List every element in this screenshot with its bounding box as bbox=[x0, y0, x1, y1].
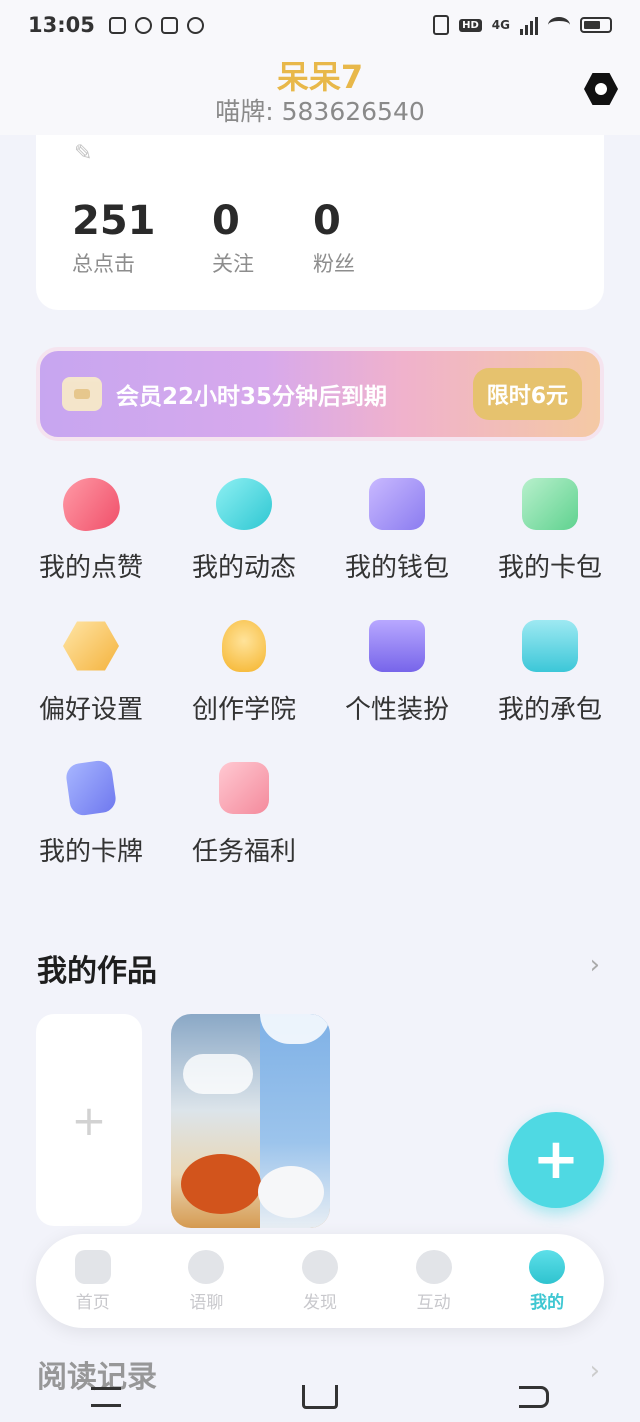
works-more-arrow[interactable]: › bbox=[590, 950, 600, 980]
stat-label: 总点击 bbox=[72, 252, 135, 276]
stat-total-clicks[interactable]: 251 总点击 bbox=[72, 197, 156, 279]
wallet-icon bbox=[369, 478, 425, 530]
wifi-icon bbox=[548, 17, 570, 33]
status-app-icons bbox=[108, 16, 204, 34]
snowy-tree bbox=[258, 1166, 324, 1218]
tab-home[interactable]: 首页 bbox=[36, 1234, 150, 1328]
back-icon[interactable] bbox=[519, 1386, 550, 1408]
grid-item-decoration[interactable]: 个性装扮 bbox=[321, 620, 473, 726]
status-time: 13:05 bbox=[28, 13, 95, 37]
grid-item-wallet[interactable]: 我的钱包 bbox=[321, 478, 473, 584]
app-notification-icon bbox=[186, 16, 204, 34]
whale-icon bbox=[522, 620, 578, 672]
grid-item-label: 创作学院 bbox=[191, 695, 296, 725]
profile-icon bbox=[529, 1249, 566, 1284]
stats-card: ✎ 251 总点击 0 关注 0 粉丝 bbox=[36, 135, 604, 310]
vibrate-icon bbox=[433, 15, 450, 35]
stat-value: 251 bbox=[72, 198, 156, 244]
playing-card-icon bbox=[64, 759, 118, 817]
hd-badge: HD bbox=[459, 18, 482, 32]
stat-label: 粉丝 bbox=[313, 252, 355, 276]
tab-interact[interactable]: 互动 bbox=[377, 1234, 491, 1328]
status-bar: 13:05 HD 4G bbox=[0, 0, 640, 50]
add-work-button[interactable]: + bbox=[36, 1014, 142, 1226]
vip-renew-button[interactable]: 限时6元 bbox=[472, 368, 582, 420]
grid-item-label: 我的承包 bbox=[497, 695, 602, 725]
tab-mine[interactable]: 我的 bbox=[490, 1234, 604, 1328]
edit-icon[interactable]: ✎ bbox=[74, 143, 96, 165]
grid-item-label: 个性装扮 bbox=[344, 695, 449, 725]
stat-following[interactable]: 0 关注 bbox=[212, 197, 254, 279]
grid-item-label: 我的钱包 bbox=[344, 553, 449, 583]
autumn-tree bbox=[181, 1154, 261, 1214]
shop-icon bbox=[369, 620, 425, 672]
profile-header: 呆呆7 喵牌: 583626540 bbox=[0, 50, 640, 135]
gift-bag-icon bbox=[219, 762, 269, 814]
grid-item-academy[interactable]: 创作学院 bbox=[168, 620, 320, 726]
battery-icon bbox=[580, 17, 612, 33]
grid-item-likes[interactable]: 我的点赞 bbox=[15, 473, 167, 584]
home-nav-icon[interactable] bbox=[301, 1385, 338, 1409]
video-app-icon bbox=[160, 16, 178, 34]
user-name: 呆呆7 bbox=[276, 58, 364, 96]
grid-item-rewards[interactable]: 任务福利 bbox=[168, 762, 320, 868]
user-id: 喵牌: 583626540 bbox=[215, 97, 425, 126]
menu-icon[interactable] bbox=[90, 1387, 121, 1407]
vip-expiry-text: 会员22小时35分钟后到期 bbox=[116, 384, 388, 410]
signal-icon bbox=[520, 15, 538, 35]
preference-icon bbox=[63, 621, 119, 671]
tab-voice-chat[interactable]: 语聊 bbox=[150, 1234, 264, 1328]
stat-followers[interactable]: 0 粉丝 bbox=[313, 197, 355, 279]
network-type: 4G bbox=[491, 18, 510, 32]
dynamic-icon bbox=[216, 478, 272, 530]
card-wallet-icon bbox=[522, 478, 578, 530]
grid-item-label: 我的卡包 bbox=[497, 553, 602, 583]
stat-value: 0 bbox=[212, 198, 240, 244]
grid-item-label: 任务福利 bbox=[191, 837, 296, 867]
lightbulb-icon bbox=[222, 620, 266, 672]
grid-item-label: 我的动态 bbox=[191, 553, 296, 583]
tab-label: 我的 bbox=[530, 1292, 565, 1313]
stat-label: 关注 bbox=[212, 252, 254, 276]
grid-item-label: 我的卡牌 bbox=[38, 837, 143, 867]
grid-item-label: 偏好设置 bbox=[38, 695, 143, 725]
discover-icon bbox=[301, 1249, 338, 1284]
grid-item-label: 我的点赞 bbox=[38, 553, 143, 583]
cloud bbox=[183, 1054, 253, 1094]
tab-label: 语聊 bbox=[189, 1292, 224, 1313]
bottom-tab-bar: 首页 语聊 发现 互动 我的 bbox=[36, 1234, 604, 1328]
stat-value: 0 bbox=[313, 198, 341, 244]
grid-item-contract[interactable]: 我的承包 bbox=[474, 620, 626, 726]
system-nav-bar bbox=[0, 1372, 640, 1422]
tab-label: 首页 bbox=[75, 1292, 110, 1313]
app-notification-icon bbox=[108, 16, 126, 34]
create-fab-button[interactable]: + bbox=[508, 1112, 604, 1208]
grid-item-preferences[interactable]: 偏好设置 bbox=[15, 620, 167, 726]
works-section-title: 我的作品 bbox=[37, 954, 157, 989]
chat-icon bbox=[188, 1249, 225, 1284]
heart-icon bbox=[58, 473, 124, 535]
home-icon bbox=[74, 1249, 111, 1284]
crown-icon bbox=[62, 377, 102, 411]
tab-discover[interactable]: 发现 bbox=[263, 1234, 377, 1328]
tab-label: 互动 bbox=[416, 1292, 451, 1313]
tab-label: 发现 bbox=[302, 1292, 337, 1313]
vip-banner[interactable]: 会员22小时35分钟后到期 限时6元 bbox=[36, 347, 604, 441]
status-indicators: HD 4G bbox=[433, 15, 612, 35]
work-thumbnail[interactable] bbox=[171, 1014, 330, 1228]
grid-item-card-wallet[interactable]: 我的卡包 bbox=[474, 478, 626, 584]
interact-icon bbox=[415, 1249, 452, 1284]
grid-item-dynamic[interactable]: 我的动态 bbox=[168, 478, 320, 584]
grid-item-cards[interactable]: 我的卡牌 bbox=[15, 759, 167, 868]
app-notification-icon bbox=[134, 16, 152, 34]
